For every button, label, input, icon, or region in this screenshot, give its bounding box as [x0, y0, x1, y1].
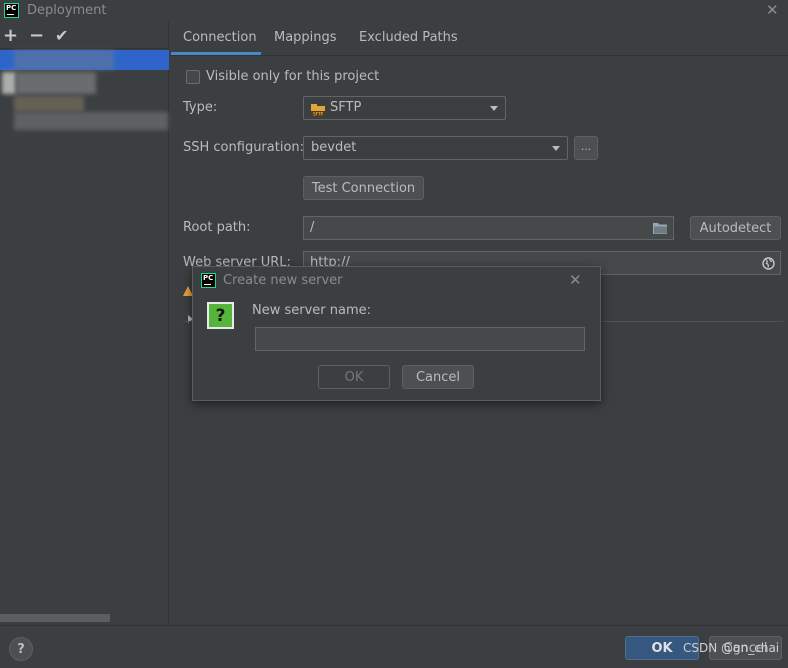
- blurred-server-item-2[interactable]: [14, 96, 84, 112]
- horizontal-scrollbar[interactable]: [0, 614, 110, 622]
- window-title: Deployment: [27, 3, 107, 18]
- type-value: SFTP: [330, 100, 362, 115]
- footer-divider: [0, 625, 788, 626]
- chevron-down-icon: [490, 106, 498, 111]
- ssh-browse-button[interactable]: ...: [574, 136, 598, 160]
- new-server-name-input[interactable]: [255, 327, 585, 351]
- visible-only-checkbox[interactable]: [186, 70, 200, 84]
- close-icon[interactable]: ✕: [766, 3, 779, 18]
- blurred-server-item-3[interactable]: [14, 112, 168, 130]
- dialog-cancel-button[interactable]: Cancel: [402, 365, 474, 389]
- ssh-configuration-value: bevdet: [311, 140, 357, 155]
- blurred-server-name: [14, 50, 114, 70]
- title-bar: PC Deployment ✕: [0, 0, 788, 22]
- globe-icon[interactable]: [762, 257, 775, 270]
- tab-excluded-paths[interactable]: Excluded Paths: [359, 30, 458, 52]
- create-server-dialog: PC Create new server ✕ ? New server name…: [192, 266, 601, 401]
- blurred-server-item[interactable]: [16, 72, 96, 94]
- type-label: Type:: [183, 100, 218, 115]
- help-button[interactable]: ?: [9, 637, 33, 661]
- tabs-divider: [170, 55, 788, 56]
- root-path-value: /: [310, 220, 315, 235]
- folder-icon[interactable]: [653, 222, 668, 234]
- root-path-label: Root path:: [183, 220, 251, 235]
- watermark-text: CSDN @gn_chai: [683, 641, 780, 655]
- ssh-configuration-select[interactable]: bevdet: [303, 136, 568, 160]
- dialog-close-icon[interactable]: ✕: [569, 273, 582, 288]
- tab-mappings[interactable]: Mappings: [274, 30, 337, 52]
- tab-connection[interactable]: Connection: [183, 30, 257, 52]
- dialog-ok-button[interactable]: OK: [318, 365, 390, 389]
- pycharm-logo-icon: PC: [201, 273, 216, 288]
- add-icon[interactable]: +: [3, 27, 18, 45]
- blurred-server-icon: [2, 72, 16, 94]
- sftp-folder-icon: SFTP: [311, 104, 325, 116]
- new-server-name-label: New server name:: [252, 303, 372, 318]
- sftp-icon-text: SFTP: [313, 111, 324, 116]
- autodetect-button[interactable]: Autodetect: [690, 216, 781, 240]
- visible-only-label: Visible only for this project: [206, 69, 380, 84]
- root-path-field[interactable]: /: [303, 216, 674, 240]
- ssh-configuration-label: SSH configuration:: [183, 140, 305, 155]
- dialog-title: Create new server: [223, 273, 343, 288]
- toolbar-separator: [0, 48, 169, 49]
- type-select[interactable]: SFTP SFTP: [303, 96, 506, 120]
- test-connection-button[interactable]: Test Connection: [303, 176, 424, 200]
- remove-icon[interactable]: −: [29, 27, 44, 45]
- chevron-down-icon: [552, 146, 560, 151]
- pycharm-logo-icon: PC: [4, 3, 19, 18]
- question-icon: ?: [207, 302, 234, 329]
- apply-icon[interactable]: ✔: [55, 27, 68, 45]
